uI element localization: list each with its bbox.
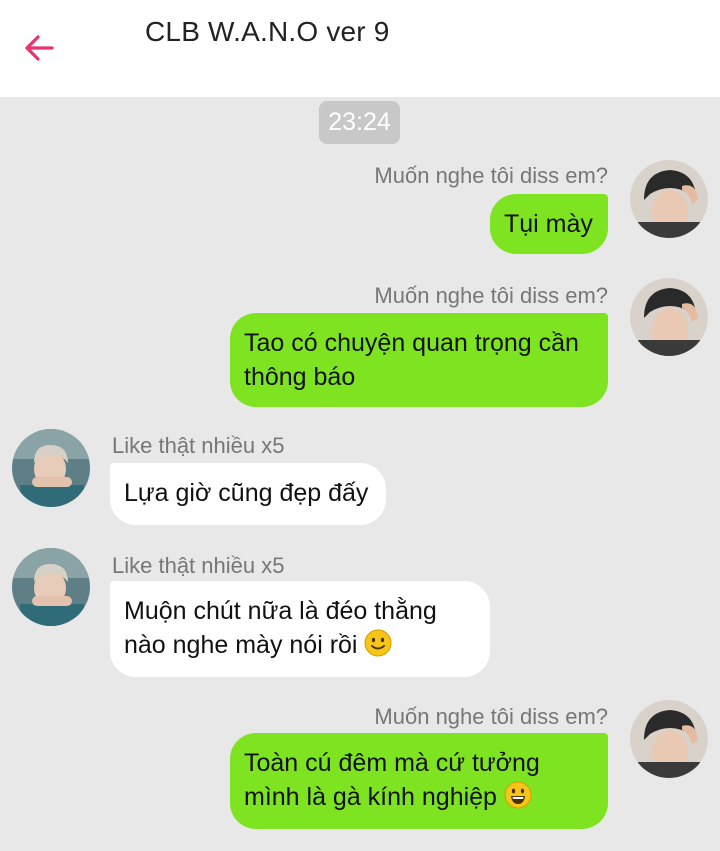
message-text: Tụi mày xyxy=(504,210,593,238)
avatar[interactable] xyxy=(12,429,90,507)
avatar[interactable] xyxy=(630,700,708,778)
sender-name: Like thật nhiều x5 xyxy=(112,553,285,578)
sender-name: Muốn nghe tôi diss em? xyxy=(374,163,608,188)
avatar[interactable] xyxy=(12,548,90,626)
message-text: Muộn chút nữa là đéo thằng xyxy=(124,597,437,625)
outgoing-message-bubble[interactable]: Tụi mày xyxy=(490,194,608,254)
grinning-face-icon xyxy=(504,781,532,809)
message-text: mình là gà kính nghiệp xyxy=(244,783,497,811)
arrow-left-icon xyxy=(25,35,54,61)
message-text: Toàn cú đêm mà cứ tưởng xyxy=(244,749,540,777)
timestamp-badge: 23:24 xyxy=(319,101,400,144)
avatar-photo xyxy=(630,700,708,778)
avatar-photo xyxy=(630,160,708,238)
sender-name: Muốn nghe tôi diss em? xyxy=(374,283,608,308)
incoming-message-bubble[interactable]: Muộn chút nữa là đéo thằng nào nghe mày … xyxy=(110,581,490,677)
avatar[interactable] xyxy=(630,160,708,238)
app-header: CLB W.A.N.O ver 9 xyxy=(0,0,720,97)
message-text: nào nghe mày nói rồi xyxy=(124,631,358,659)
message-text: thông báo xyxy=(244,363,356,391)
message-text: Lựa giờ cũng đẹp đấy xyxy=(124,479,369,507)
avatar-photo xyxy=(630,278,708,356)
avatar-photo xyxy=(12,429,90,507)
outgoing-message-bubble[interactable]: Tao có chuyện quan trọng cần thông báo xyxy=(230,313,608,407)
chat-title: CLB W.A.N.O ver 9 xyxy=(145,16,390,47)
chat-area[interactable]: 23:24 Muốn nghe tôi diss em? Tụi mày Muố… xyxy=(0,97,720,851)
incoming-message-bubble[interactable]: Lựa giờ cũng đẹp đấy xyxy=(110,463,386,525)
avatar-photo xyxy=(12,548,90,626)
back-button[interactable] xyxy=(22,30,62,70)
outgoing-message-bubble[interactable]: Toàn cú đêm mà cứ tưởng mình là gà kính … xyxy=(230,733,608,829)
sender-name: Like thật nhiều x5 xyxy=(112,433,285,458)
slightly-smiling-face-icon xyxy=(364,629,392,657)
avatar[interactable] xyxy=(630,278,708,356)
sender-name: Muốn nghe tôi diss em? xyxy=(374,704,608,729)
message-text: Tao có chuyện quan trọng cần xyxy=(244,329,579,357)
